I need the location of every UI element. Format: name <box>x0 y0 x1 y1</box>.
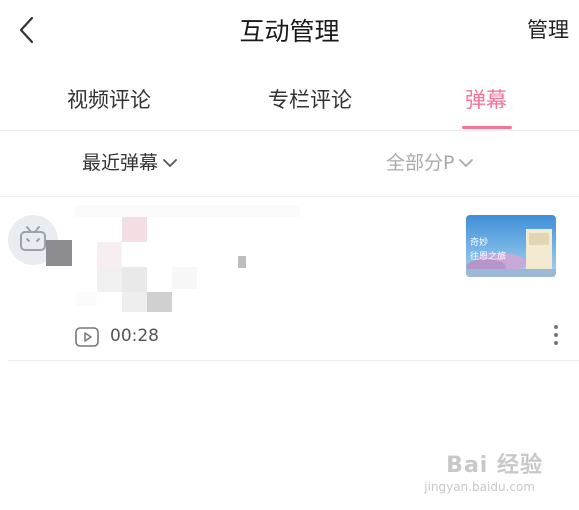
chevron-down-icon <box>163 158 177 167</box>
video-thumbnail[interactable]: 奇妙 往恩之旅 <box>466 215 556 277</box>
part-filter-label: 全部分P <box>386 152 455 174</box>
manage-button[interactable]: 管理 <box>527 14 569 44</box>
thumbnail-subtitle-text: 往恩之旅 <box>470 252 507 262</box>
dot <box>554 325 558 329</box>
divider <box>0 196 579 197</box>
back-button[interactable] <box>10 12 42 48</box>
active-tab-indicator <box>462 126 512 129</box>
sort-filter-dropdown[interactable]: 最近弹幕 <box>82 148 178 175</box>
tab-video-comments[interactable]: 视频评论 <box>67 84 151 114</box>
chevron-down-icon <box>459 158 474 167</box>
header: 互动管理 管理 <box>0 0 579 60</box>
watermark-logo: Bai 经验 <box>446 453 543 478</box>
page-title: 互动管理 <box>239 17 340 46</box>
part-filter-dropdown[interactable]: 全部分P <box>386 148 474 175</box>
watermark-url: jingyan.baidu.com <box>424 480 535 494</box>
divider <box>8 360 579 361</box>
video-play-icon <box>75 327 99 347</box>
chevron-left-icon <box>19 16 34 44</box>
sort-filter-label: 最近弹幕 <box>82 152 159 174</box>
thumbnail-title-text: 奇妙 <box>470 238 489 248</box>
tab-column-comments[interactable]: 专栏评论 <box>268 84 352 114</box>
danmaku-timestamp: 00:28 <box>110 326 159 346</box>
dot <box>554 333 558 337</box>
page: 互动管理 管理 视频评论 专栏评论 弹幕 最近弹幕 全部分P 奇妙 往恩之旅 0… <box>0 0 579 510</box>
more-options-button[interactable] <box>548 323 564 349</box>
tab-bar: 视频评论 专栏评论 弹幕 <box>0 72 579 130</box>
tab-danmaku[interactable]: 弹幕 <box>465 84 507 114</box>
avatar-badge <box>46 240 72 266</box>
divider <box>0 130 579 131</box>
dot <box>554 341 558 345</box>
